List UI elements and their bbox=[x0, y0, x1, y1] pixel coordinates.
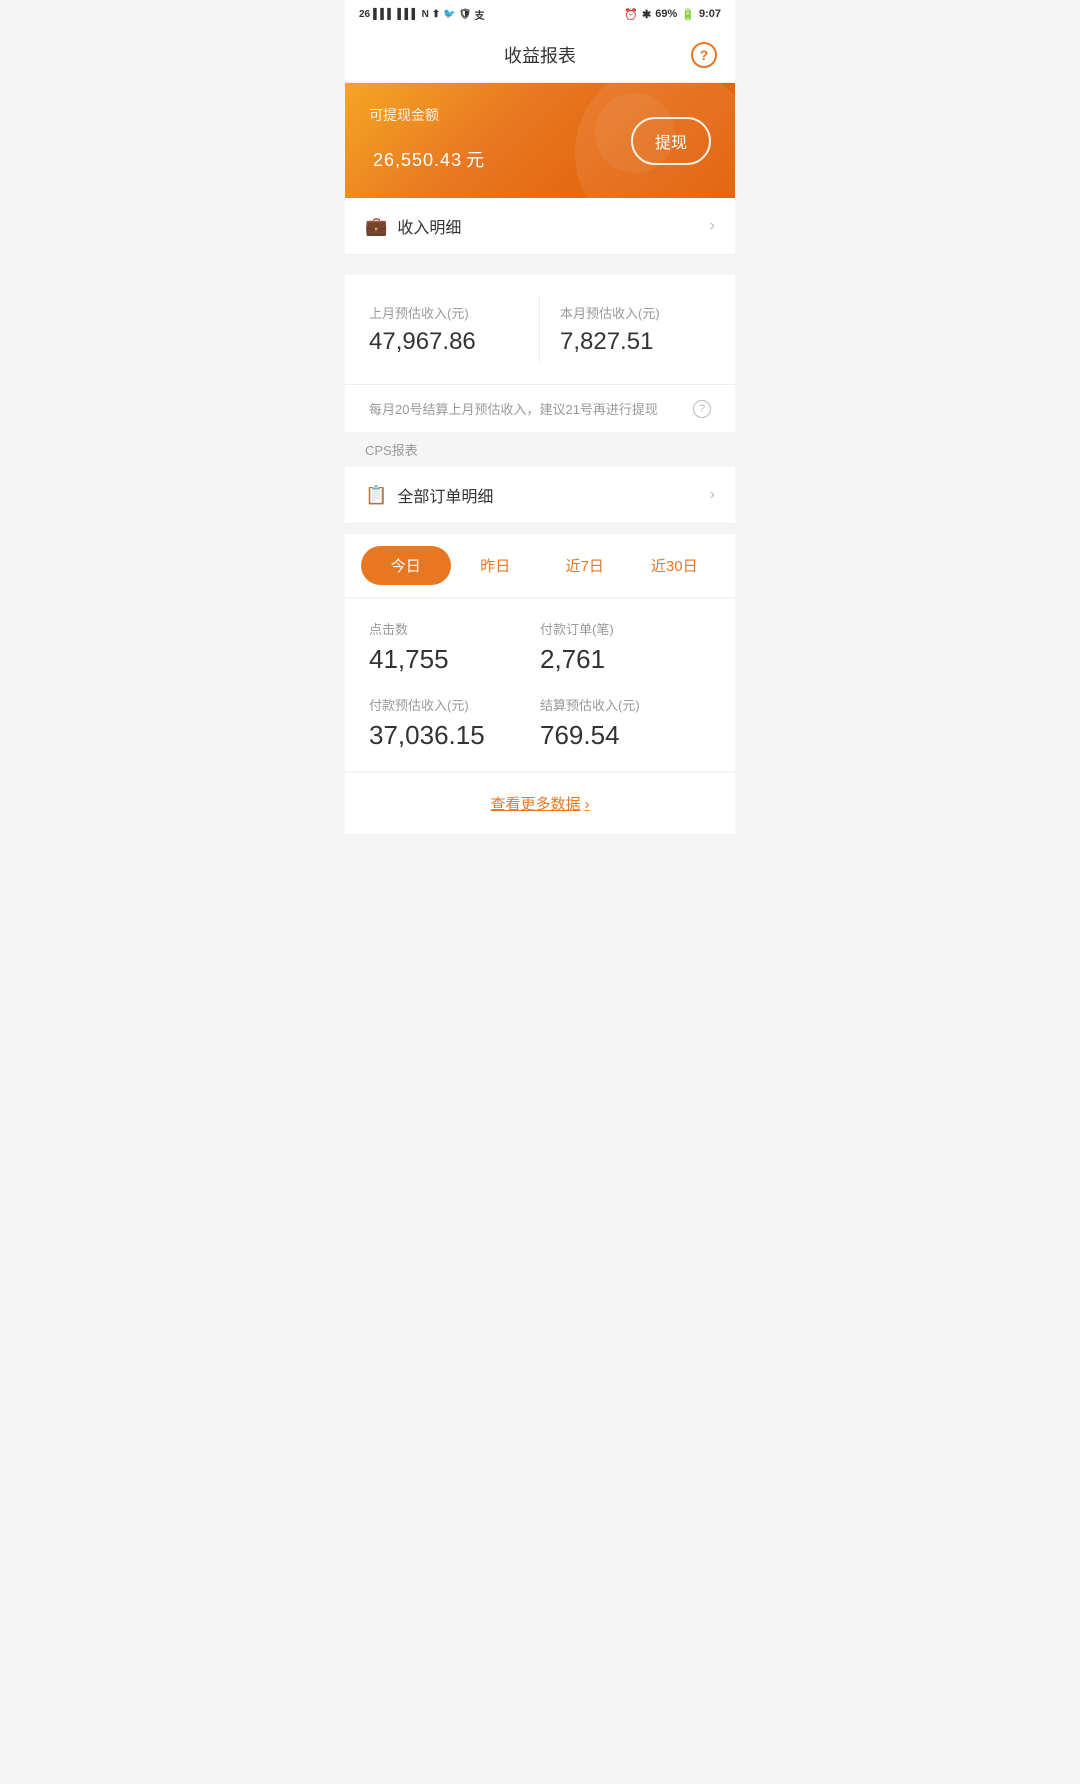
alarm-icon: ⏰ bbox=[624, 8, 638, 21]
withdraw-button[interactable]: 提现 bbox=[631, 117, 711, 165]
order-detail-arrow: › bbox=[710, 486, 715, 504]
order-detail-row[interactable]: 📋 全部订单明细 › bbox=[345, 467, 735, 524]
shield-icon: 🛡 bbox=[459, 9, 472, 20]
income-detail-row[interactable]: 💼 收入明细 › bbox=[345, 198, 735, 255]
tab-7days[interactable]: 近7日 bbox=[540, 546, 630, 585]
settled-value: 769.54 bbox=[540, 720, 711, 751]
income-icon: 💼 bbox=[365, 216, 387, 237]
time-text: 9:07 bbox=[699, 8, 721, 20]
earnings-banner: 可提现金额 26,550.43元 提现 bbox=[345, 83, 735, 198]
nfc-icon: N bbox=[422, 9, 429, 20]
clicks-value: 41,755 bbox=[369, 644, 540, 675]
divider-2 bbox=[345, 524, 735, 534]
page-header: 收益报表 ? bbox=[345, 28, 735, 83]
notice-row: 每月20号结算上月预估收入，建议21号再进行提现 ? bbox=[345, 384, 735, 432]
income-detail-label: 收入明细 bbox=[397, 214, 709, 238]
banner-amount: 26,550.43元 bbox=[369, 133, 485, 176]
cps-section-header: CPS报表 bbox=[345, 432, 735, 467]
estimated-income-item: 付款预估收入(元) 37,036.15 bbox=[369, 695, 540, 751]
estimated-label: 付款预估收入(元) bbox=[369, 695, 540, 714]
last-month-stat: 上月预估收入(元) 47,967.86 bbox=[369, 295, 540, 364]
banner-left: 可提现金额 26,550.43元 bbox=[369, 105, 485, 176]
estimated-value: 37,036.15 bbox=[369, 720, 540, 751]
page-title: 收益报表 bbox=[504, 42, 576, 68]
settled-income-item: 结算预估收入(元) 769.54 bbox=[540, 695, 711, 751]
signal-bars-2: ▌▌▌ bbox=[397, 9, 418, 20]
order-icon: 📋 bbox=[365, 485, 387, 506]
help-button[interactable]: ? bbox=[691, 42, 717, 68]
income-detail-arrow: › bbox=[710, 217, 715, 235]
bird-icon: 🐦 bbox=[443, 9, 455, 20]
footer-link-section: 查看更多数据 › bbox=[345, 773, 735, 834]
status-bar: 26 ▌▌▌ ▌▌▌ N ⬆ 🐦 🛡 支 ⏰ ✱ 69% 🔋 9:07 bbox=[345, 0, 735, 28]
tab-yesterday[interactable]: 昨日 bbox=[451, 546, 541, 585]
tab-today[interactable]: 今日 bbox=[361, 546, 451, 585]
view-more-link[interactable]: 查看更多数据 › bbox=[490, 796, 589, 813]
bluetooth-icon: ✱ bbox=[642, 8, 651, 21]
signal-bars: ▌▌▌ bbox=[373, 9, 394, 20]
stats-grid: 上月预估收入(元) 47,967.86 本月预估收入(元) 7,827.51 bbox=[369, 295, 711, 364]
orders-label: 付款订单(笔) bbox=[540, 619, 711, 638]
settled-label: 结算预估收入(元) bbox=[540, 695, 711, 714]
status-left: 26 ▌▌▌ ▌▌▌ N ⬆ 🐦 🛡 支 bbox=[359, 7, 484, 22]
view-more-text: 查看更多数据 bbox=[490, 796, 580, 813]
notice-text: 每月20号结算上月预估收入，建议21号再进行提现 bbox=[369, 399, 687, 418]
stats-section: 上月预估收入(元) 47,967.86 本月预估收入(元) 7,827.51 bbox=[345, 275, 735, 384]
notice-help-button[interactable]: ? bbox=[693, 400, 711, 418]
status-right: ⏰ ✱ 69% 🔋 9:07 bbox=[624, 8, 721, 21]
this-month-label: 本月预估收入(元) bbox=[560, 303, 711, 322]
tab-30days[interactable]: 近30日 bbox=[630, 546, 720, 585]
data-grid: 点击数 41,755 付款订单(笔) 2,761 付款预估收入(元) 37,03… bbox=[369, 619, 711, 751]
clicks-item: 点击数 41,755 bbox=[369, 619, 540, 675]
tabs-row: 今日 昨日 近7日 近30日 bbox=[345, 534, 735, 597]
view-more-arrow: › bbox=[585, 796, 590, 813]
last-month-label: 上月预估收入(元) bbox=[369, 303, 519, 322]
orders-item: 付款订单(笔) 2,761 bbox=[540, 619, 711, 675]
battery-icon: 🔋 bbox=[681, 8, 695, 21]
pay-icon: 支 bbox=[474, 7, 484, 22]
orders-value: 2,761 bbox=[540, 644, 711, 675]
usb-icon: ⬆ bbox=[432, 9, 440, 20]
this-month-value: 7,827.51 bbox=[560, 328, 711, 356]
data-section: 点击数 41,755 付款订单(笔) 2,761 付款预估收入(元) 37,03… bbox=[345, 599, 735, 771]
battery-text: 69% bbox=[655, 8, 677, 20]
signal-text: 26 bbox=[359, 9, 370, 20]
banner-label: 可提现金额 bbox=[369, 105, 485, 125]
last-month-value: 47,967.86 bbox=[369, 328, 519, 356]
order-detail-label: 全部订单明细 bbox=[397, 483, 709, 507]
this-month-stat: 本月预估收入(元) 7,827.51 bbox=[540, 295, 711, 364]
clicks-label: 点击数 bbox=[369, 619, 540, 638]
divider-1 bbox=[345, 255, 735, 265]
